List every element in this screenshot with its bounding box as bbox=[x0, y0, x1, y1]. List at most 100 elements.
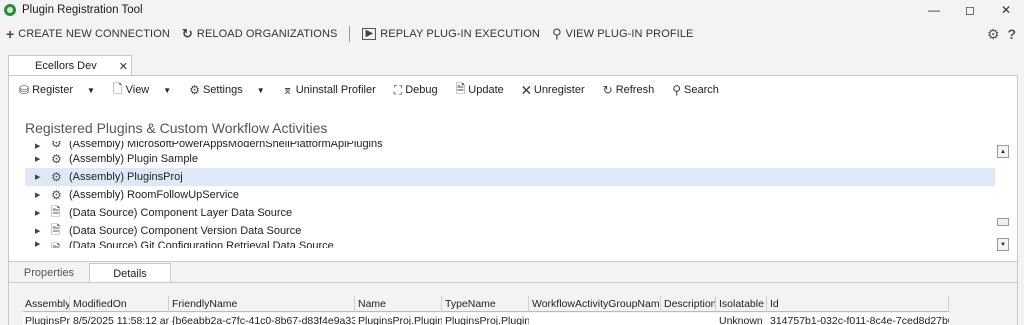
unregister-label: Unregister bbox=[533, 84, 585, 96]
grid-cell: 8/5/2025 11:58:12 am bbox=[73, 315, 169, 325]
settings-gear-icon[interactable]: ⚙ bbox=[987, 26, 1000, 43]
register-label: Register bbox=[32, 84, 74, 96]
section-title: Registered Plugins & Custom Workflow Act… bbox=[25, 120, 328, 136]
view-icon: 🗋 bbox=[112, 81, 123, 96]
connection-tab[interactable]: Ecellors Dev ✕ bbox=[8, 55, 132, 76]
top-toolbar: + CREATE NEW CONNECTION ↻ RELOAD ORGANIZ… bbox=[0, 22, 1024, 46]
column-header[interactable]: Isolatable bbox=[717, 296, 767, 312]
scroll-up-button[interactable]: ▲ bbox=[997, 145, 1009, 158]
reload-icon: ↻ bbox=[181, 26, 193, 41]
title-bar: Plugin Registration Tool — ◻ ✕ bbox=[0, 0, 1024, 20]
view-profile-button[interactable]: ⚲ VIEW PLUG-IN PROFILE bbox=[546, 22, 700, 46]
settings-icon: ⚙ bbox=[189, 83, 200, 97]
replay-execution-button[interactable]: ▶ REPLAY PLUG-IN EXECUTION bbox=[356, 22, 546, 46]
settings-label: Settings bbox=[202, 84, 243, 96]
search-icon: ⚲ bbox=[672, 83, 682, 97]
gear-icon: ⚙ bbox=[51, 170, 62, 184]
settings-button[interactable]: ⚙ Settings ▼ bbox=[179, 83, 272, 97]
debug-icon: ⛶ bbox=[393, 82, 403, 97]
close-window-button[interactable]: ✕ bbox=[988, 0, 1024, 20]
grid-cell: {b6eabb2a-c7fc-41c0-8b67-d83f4e9a3339} bbox=[172, 315, 355, 325]
connection-panel: ⛁ Register ▼ 🗋 View ▼ ⚙ Settings ▼ ⌆ Uni… bbox=[8, 75, 1018, 325]
column-header[interactable]: Id bbox=[768, 296, 949, 312]
reload-organizations-button[interactable]: ↻ RELOAD ORGANIZATIONS bbox=[176, 22, 344, 46]
update-icon: 🗎 bbox=[455, 81, 466, 96]
tree-item[interactable]: ▶ ⚙ (Assembly) MicrosoftPowerAppsModernS… bbox=[25, 141, 995, 150]
grid-cell bbox=[530, 313, 661, 325]
gear-icon: ⚙ bbox=[51, 188, 62, 202]
column-header[interactable]: WorkflowActivityGroupName bbox=[530, 296, 661, 312]
column-header[interactable]: FriendlyName bbox=[170, 296, 355, 312]
expand-arrow-icon[interactable]: ▶ bbox=[35, 155, 45, 163]
update-button[interactable]: 🗎 Update bbox=[446, 80, 512, 101]
column-header[interactable]: TypeName bbox=[443, 296, 529, 312]
tree-item-label: (Assembly) Plugin Sample bbox=[69, 153, 198, 165]
app-icon bbox=[4, 4, 16, 16]
tree-item-label: (Assembly) PluginsProj bbox=[69, 171, 183, 183]
close-tab-icon[interactable]: ✕ bbox=[119, 60, 128, 73]
tree-item[interactable]: ▶ 🗎 (Data Source) Component Layer Data S… bbox=[25, 204, 995, 222]
maximize-button[interactable]: ◻ bbox=[952, 0, 988, 20]
tree-item[interactable]: ▶ 🗎 (Data Source) Component Version Data… bbox=[25, 222, 995, 240]
expand-arrow-icon[interactable]: ▶ bbox=[35, 240, 45, 248]
settings-dropdown-icon[interactable]: ▼ bbox=[257, 86, 265, 95]
expand-arrow-icon[interactable]: ▶ bbox=[35, 209, 45, 217]
tree-item[interactable]: ▶ ⚙ (Assembly) RoomFollowUpService bbox=[25, 186, 995, 204]
bottom-panel: Properties Details Assembly ModifiedOn F… bbox=[9, 261, 1017, 325]
view-button[interactable]: 🗋 View ▼ bbox=[103, 80, 179, 101]
register-dropdown-icon[interactable]: ▼ bbox=[87, 86, 95, 95]
view-dropdown-icon[interactable]: ▼ bbox=[163, 86, 171, 95]
create-connection-label: CREATE NEW CONNECTION bbox=[18, 28, 170, 40]
unregister-icon: 🗙 bbox=[521, 81, 531, 96]
refresh-icon: ↻ bbox=[602, 83, 613, 97]
window-title: Plugin Registration Tool bbox=[22, 4, 143, 16]
gear-icon: ⚙ bbox=[51, 152, 62, 166]
create-connection-button[interactable]: + CREATE NEW CONNECTION bbox=[0, 22, 176, 46]
tree-scrollbar[interactable]: ▲ ▼ bbox=[995, 142, 1011, 254]
tree-item[interactable]: ▶ ⚙ (Assembly) Plugin Sample bbox=[25, 150, 995, 168]
tab-properties[interactable]: Properties bbox=[9, 263, 89, 282]
scroll-down-button[interactable]: ▼ bbox=[997, 238, 1009, 251]
search-button[interactable]: ⚲ Search bbox=[662, 83, 727, 97]
refresh-label: Refresh bbox=[615, 84, 655, 96]
tree-item[interactable]: ▶ 🗎 (Data Source) Git Configuration Retr… bbox=[25, 240, 995, 248]
grid-cell: 314757b1-032c-f011-8c4e-7ced8d27b0be bbox=[770, 315, 949, 325]
help-icon[interactable]: ? bbox=[1007, 26, 1016, 42]
details-pane: Assembly ModifiedOn FriendlyName Name Ty… bbox=[9, 282, 1017, 325]
tree-item-label: (Data Source) Component Version Data Sou… bbox=[69, 225, 302, 237]
uninstall-profiler-button[interactable]: ⌆ Uninstall Profiler bbox=[273, 83, 384, 97]
expand-arrow-icon[interactable]: ▶ bbox=[35, 191, 45, 199]
plus-icon: + bbox=[6, 26, 15, 42]
grid-header-row: Assembly ModifiedOn FriendlyName Name Ty… bbox=[23, 296, 949, 312]
gear-icon: ⚙ bbox=[51, 141, 62, 150]
connection-tab-label: Ecellors Dev bbox=[35, 60, 97, 72]
tree-item-label: (Data Source) Component Layer Data Sourc… bbox=[69, 207, 293, 219]
reload-organizations-label: RELOAD ORGANIZATIONS bbox=[196, 28, 338, 40]
expand-arrow-icon[interactable]: ▶ bbox=[35, 227, 45, 235]
expand-arrow-icon[interactable]: ▶ bbox=[35, 173, 45, 181]
expand-arrow-icon[interactable]: ▶ bbox=[35, 142, 45, 150]
tab-details[interactable]: Details bbox=[89, 263, 171, 283]
update-label: Update bbox=[468, 84, 504, 96]
grid-data-row[interactable]: PluginsProj 8/5/2025 11:58:12 am {b6eabb… bbox=[23, 313, 949, 325]
unregister-button[interactable]: 🗙 Unregister bbox=[512, 80, 593, 101]
minimize-button[interactable]: — bbox=[916, 0, 952, 20]
column-header[interactable]: Name bbox=[356, 296, 442, 312]
grid-cell: PluginsProj.Plugin1 bbox=[358, 315, 442, 325]
view-label: View bbox=[125, 84, 150, 96]
tree-item-label: (Data Source) Git Configuration Retrieva… bbox=[69, 240, 334, 248]
debug-button[interactable]: ⛶ Debug bbox=[384, 83, 446, 98]
register-button[interactable]: ⛁ Register ▼ bbox=[9, 83, 103, 97]
grid-cell bbox=[662, 313, 716, 325]
grid-cell: Unknown bbox=[719, 315, 763, 325]
window-controls: — ◻ ✕ bbox=[916, 0, 1024, 20]
refresh-button[interactable]: ↻ Refresh bbox=[593, 83, 663, 97]
tree-item-label: (Assembly) MicrosoftPowerAppsModernShell… bbox=[69, 141, 383, 150]
column-header[interactable]: ModifiedOn bbox=[71, 296, 169, 312]
scroll-thumb[interactable] bbox=[997, 218, 1009, 226]
column-header[interactable]: Description bbox=[662, 296, 716, 312]
column-header[interactable]: Assembly bbox=[23, 296, 70, 312]
register-icon: ⛁ bbox=[19, 83, 30, 97]
uninstall-profiler-icon: ⌆ bbox=[282, 83, 293, 97]
tree-item-selected[interactable]: ▶ ⚙ (Assembly) PluginsProj bbox=[25, 168, 995, 186]
